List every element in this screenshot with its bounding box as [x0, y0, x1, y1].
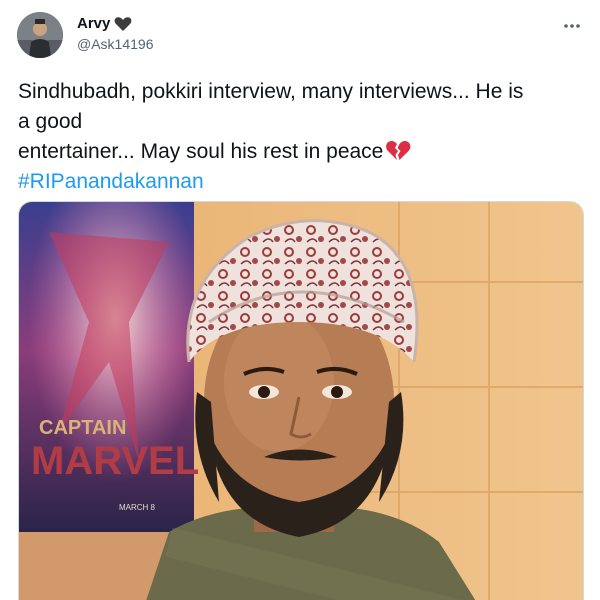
tweet-text-line-2: a good	[18, 110, 83, 133]
poster-title-top: CAPTAIN	[39, 417, 126, 439]
avatar[interactable]	[17, 12, 63, 58]
tweet-text-line-1: Sindhubadh, pokkiri interview, many inte…	[18, 80, 524, 103]
tweet-text-line-3-content: entertainer... May soul his rest in peac…	[18, 140, 384, 163]
author-display-name[interactable]: Arvy	[77, 15, 110, 32]
more-options-button[interactable]	[560, 18, 584, 34]
photo-image: CAPTAIN MARVEL MARCH 8	[19, 202, 583, 600]
avatar-image	[17, 12, 63, 58]
tweet-card: Arvy @Ask14196 Sindhubadh, pokkiri inter…	[0, 0, 600, 600]
hashtag-link[interactable]: #RIPanandakannan	[18, 167, 583, 197]
author-handle[interactable]: @Ask14196	[77, 36, 153, 52]
poster-title-main: MARVEL	[31, 439, 199, 483]
tweet-text: Sindhubadh, pokkiri interview, many inte…	[18, 77, 583, 197]
black-heart-icon	[114, 16, 132, 32]
tweet-text-line-3: entertainer... May soul his rest in peac…	[18, 137, 583, 167]
broken-heart-icon	[385, 139, 411, 161]
author-name-row: Arvy	[77, 15, 132, 32]
tweet-media-photo[interactable]: CAPTAIN MARVEL MARCH 8	[18, 201, 584, 600]
more-horizontal-icon	[564, 24, 580, 28]
poster-date: MARCH 8	[119, 503, 156, 512]
